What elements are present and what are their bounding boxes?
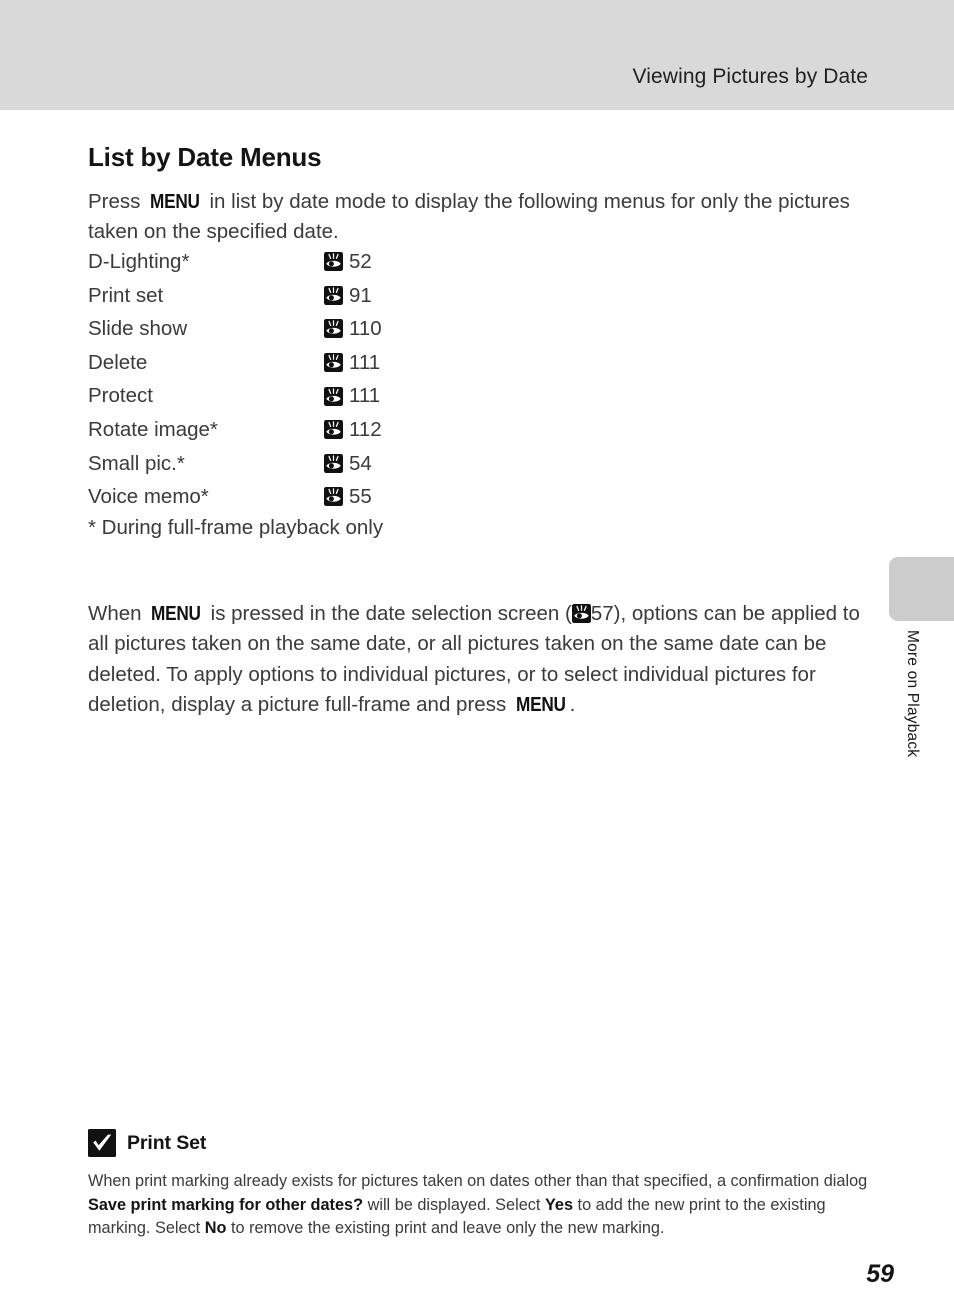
- body-paragraph: When MENU is pressed in the date selecti…: [88, 599, 868, 721]
- list-footnote: * During full-frame playback only: [88, 516, 384, 539]
- menu-item-reference: 55: [324, 480, 372, 514]
- note-bold-dialog: Save print marking for other dates?: [88, 1195, 364, 1214]
- body-text-1: When: [88, 601, 148, 625]
- body-text-4: .: [569, 693, 576, 717]
- list-item: Print set 91: [88, 279, 508, 313]
- list-item: Protect 111: [88, 379, 508, 413]
- list-item: Rotate image* 112: [88, 413, 508, 447]
- note-text-2: will be displayed. Select: [363, 1195, 545, 1214]
- body-text-2: is pressed in the date selection screen …: [204, 601, 572, 625]
- chapter-side-tab-label: More on Playback: [904, 630, 921, 758]
- menu-item-page: 52: [349, 250, 372, 273]
- menu-item-label: Protect: [88, 384, 153, 408]
- menu-item-page: 111: [349, 350, 381, 374]
- chapter-side-tab: [889, 557, 954, 621]
- intro-text-after: in list by date mode to display the foll…: [88, 189, 850, 243]
- note-bold-no: No: [204, 1219, 227, 1237]
- note-header: Print Set: [88, 1128, 878, 1158]
- menu-item-reference: 111: [324, 379, 380, 413]
- menu-item-reference: 110: [324, 312, 382, 346]
- reference-eye-icon: [324, 453, 343, 473]
- list-item: Voice memo* 55: [88, 480, 508, 514]
- reference-eye-icon: [324, 252, 343, 272]
- list-item: Delete 111: [88, 346, 508, 380]
- menu-item-label: Delete: [88, 350, 148, 374]
- menu-item-page: 54: [349, 451, 372, 475]
- menu-item-label: D-Lighting*: [88, 250, 190, 273]
- list-item: D-Lighting* 52: [88, 245, 508, 279]
- menu-reference-list: D-Lighting* 52 Print set 91 Slide show 1…: [88, 245, 508, 514]
- page-header-band: [0, 0, 954, 110]
- note-text-4: to remove the existing print and leave o…: [226, 1219, 665, 1237]
- menu-item-label: Voice memo*: [88, 485, 209, 509]
- note-text-1: When print marking already exists for pi…: [88, 1172, 868, 1190]
- list-item: Small pic.* 54: [88, 447, 508, 481]
- page-header-title: Viewing Pictures by Date: [632, 65, 868, 88]
- intro-text-before: Press: [88, 189, 147, 213]
- menu-button-glyph: MENU: [515, 694, 566, 717]
- menu-item-label: Small pic.*: [88, 451, 185, 475]
- menu-item-page: 111: [349, 384, 381, 408]
- note-body: When print marking already exists for pi…: [88, 1170, 876, 1241]
- body-reference-page: 57: [590, 601, 614, 625]
- menu-item-reference: 54: [324, 447, 372, 481]
- reference-eye-icon: [324, 386, 343, 406]
- menu-item-page: 91: [349, 283, 372, 307]
- note-bold-yes: Yes: [544, 1195, 574, 1214]
- menu-item-reference: 52: [324, 245, 372, 279]
- reference-eye-icon: [571, 603, 591, 623]
- menu-item-page: 110: [349, 317, 382, 341]
- menu-item-label: Slide show: [88, 317, 188, 341]
- menu-item-page: 55: [349, 485, 372, 509]
- menu-item-page: 112: [349, 417, 382, 441]
- list-item: Slide show 110: [88, 312, 508, 346]
- menu-button-glyph: MENU: [151, 602, 201, 625]
- reference-eye-icon: [324, 487, 343, 507]
- menu-item-label: Print set: [88, 283, 164, 307]
- intro-paragraph: Press MENU in list by date mode to displ…: [88, 187, 868, 247]
- menu-item-reference: 112: [324, 413, 382, 447]
- reference-eye-icon: [324, 420, 343, 440]
- section-title: List by Date Menus: [88, 142, 322, 173]
- reference-eye-icon: [324, 285, 343, 305]
- menu-item-label: Rotate image*: [88, 417, 218, 441]
- page-number: 59: [866, 1260, 894, 1288]
- checkmark-icon: [88, 1129, 116, 1157]
- print-set-note: Print Set When print marking already exi…: [88, 1128, 878, 1241]
- menu-item-reference: 91: [324, 279, 372, 313]
- note-title: Print Set: [127, 1131, 207, 1154]
- reference-eye-icon: [324, 319, 343, 339]
- reference-eye-icon: [324, 353, 343, 373]
- menu-item-reference: 111: [324, 346, 380, 380]
- menu-button-glyph: MENU: [150, 190, 200, 213]
